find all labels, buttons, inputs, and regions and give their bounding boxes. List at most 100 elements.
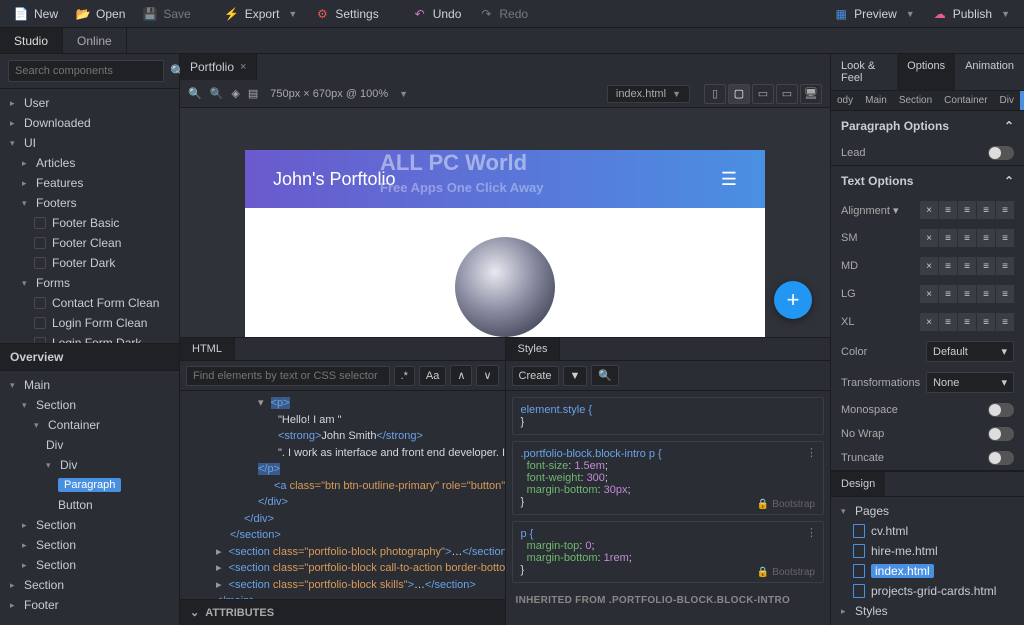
design-javascript[interactable]: ▸JavaScript	[831, 621, 1024, 625]
trans-select[interactable]: None▾	[926, 372, 1014, 393]
xl-none[interactable]: ×	[920, 313, 938, 331]
zoom-in-icon[interactable]: 🔍	[188, 87, 202, 100]
search-input[interactable]	[8, 60, 164, 82]
export-button[interactable]: ⚡Export▼	[217, 3, 306, 25]
ov-paragraph[interactable]: Paragraph	[0, 475, 179, 495]
html-code[interactable]: ▾ <p> "Hello! I am " <strong>John Smith<…	[180, 391, 505, 599]
layers-icon[interactable]: ▤	[248, 87, 258, 100]
css-block-intro[interactable]: ⋮ .portfolio-block.block-intro p { font-…	[512, 441, 825, 515]
sm-right[interactable]: ≡	[977, 229, 995, 247]
ov-section-5[interactable]: ▸Section	[0, 575, 179, 595]
design-stage[interactable]: ALL PC World Free Apps One Click Away Jo…	[180, 108, 830, 337]
truncate-toggle[interactable]	[988, 451, 1014, 465]
md-center[interactable]: ≡	[958, 257, 976, 275]
design-index[interactable]: index.html	[831, 561, 1024, 581]
lg-none[interactable]: ×	[920, 285, 938, 303]
tab-animation[interactable]: Animation	[955, 54, 1024, 90]
md-left[interactable]: ≡	[939, 257, 957, 275]
md-none[interactable]: ×	[920, 257, 938, 275]
find-input[interactable]	[186, 366, 390, 386]
sm-justify[interactable]: ≡	[996, 229, 1014, 247]
fab-add[interactable]: +	[774, 281, 812, 319]
tab-options[interactable]: Options	[897, 54, 955, 90]
tree-user[interactable]: ▸User	[0, 93, 179, 113]
preview-button[interactable]: ▦Preview▼	[826, 3, 923, 25]
align-center[interactable]: ≡	[958, 201, 976, 219]
sm-center[interactable]: ≡	[958, 229, 976, 247]
device-tablet-l[interactable]: ▭	[752, 84, 774, 104]
ov-button[interactable]: Button	[0, 495, 179, 515]
design-cv[interactable]: cv.html	[831, 521, 1024, 541]
tree-login-dark[interactable]: Login Form Dark	[0, 333, 179, 343]
tab-look-feel[interactable]: Look & Feel	[831, 54, 897, 90]
tree-forms[interactable]: ▾Forms	[0, 273, 179, 293]
css-block-element[interactable]: element.style { }	[512, 397, 825, 435]
lg-right[interactable]: ≡	[977, 285, 995, 303]
overview-header[interactable]: Overview	[0, 343, 179, 371]
xl-center[interactable]: ≡	[958, 313, 976, 331]
tab-studio[interactable]: Studio	[0, 28, 63, 53]
ov-section-3[interactable]: ▸Section	[0, 535, 179, 555]
tree-footer-basic[interactable]: Footer Basic	[0, 213, 179, 233]
more-icon[interactable]: ⋮	[806, 446, 817, 459]
file-tab-portfolio[interactable]: Portfolio×	[180, 54, 257, 80]
design-pages[interactable]: ▾Pages	[831, 501, 1024, 521]
css-block-p[interactable]: ⋮ p { margin-top: 0; margin-bottom: 1rem…	[512, 521, 825, 583]
more-icon[interactable]: ⋮	[806, 526, 817, 539]
align-right[interactable]: ≡	[977, 201, 995, 219]
align-justify[interactable]: ≡	[996, 201, 1014, 219]
tab-design[interactable]: Design	[831, 472, 885, 496]
tab-online[interactable]: Online	[63, 28, 127, 53]
crumb-section[interactable]: Section	[893, 91, 938, 110]
prev-button[interactable]: ∧	[450, 365, 472, 386]
avatar-image[interactable]	[455, 237, 555, 337]
ov-section[interactable]: ▾Section	[0, 395, 179, 415]
nowrap-toggle[interactable]	[988, 427, 1014, 441]
color-select[interactable]: Default▾	[926, 341, 1014, 362]
xl-justify[interactable]: ≡	[996, 313, 1014, 331]
monospace-toggle[interactable]	[988, 403, 1014, 417]
lg-center[interactable]: ≡	[958, 285, 976, 303]
tree-ui[interactable]: ▾UI	[0, 133, 179, 153]
tree-features[interactable]: ▸Features	[0, 173, 179, 193]
ov-container[interactable]: ▾Container	[0, 415, 179, 435]
align-none[interactable]: ×	[920, 201, 938, 219]
crumb-body[interactable]: ody	[831, 91, 859, 110]
tree-downloaded[interactable]: ▸Downloaded	[0, 113, 179, 133]
lead-toggle[interactable]	[988, 146, 1014, 160]
align-left[interactable]: ≡	[939, 201, 957, 219]
sm-left[interactable]: ≡	[939, 229, 957, 247]
tree-contact-form[interactable]: Contact Form Clean	[0, 293, 179, 313]
design-styles[interactable]: ▸Styles	[831, 601, 1024, 621]
sm-none[interactable]: ×	[920, 229, 938, 247]
regex-button[interactable]: .*	[394, 366, 415, 386]
redo-button[interactable]: ↷Redo	[471, 3, 536, 25]
ov-div-2[interactable]: ▾Div	[0, 455, 179, 475]
design-hire-me[interactable]: hire-me.html	[831, 541, 1024, 561]
publish-button[interactable]: ☁Publish▼	[925, 3, 1018, 25]
filename-select[interactable]: index.html ▼	[607, 85, 690, 103]
crumb-container[interactable]: Container	[938, 91, 993, 110]
attributes-bar[interactable]: ⌄ATTRIBUTES	[180, 599, 505, 625]
zoom-out-icon[interactable]: 🔍	[210, 87, 224, 100]
create-button[interactable]: Create	[512, 366, 559, 386]
settings-button[interactable]: ⚙Settings	[307, 3, 386, 25]
tree-login-clean[interactable]: Login Form Clean	[0, 313, 179, 333]
device-phone[interactable]: ▯	[704, 84, 726, 104]
search-styles[interactable]: 🔍	[591, 365, 619, 386]
ov-section-4[interactable]: ▸Section	[0, 555, 179, 575]
ov-main[interactable]: ▾Main	[0, 375, 179, 395]
case-button[interactable]: Aa	[419, 366, 446, 386]
md-justify[interactable]: ≡	[996, 257, 1014, 275]
save-button[interactable]: 💾Save	[135, 3, 198, 25]
undo-button[interactable]: ↶Undo	[405, 3, 470, 25]
tab-html[interactable]: HTML	[180, 338, 235, 360]
canvas-body[interactable]	[245, 208, 765, 337]
design-projects[interactable]: projects-grid-cards.html	[831, 581, 1024, 601]
crumb-paragraph[interactable]: Paragraph	[1020, 91, 1024, 110]
crumb-main[interactable]: Main	[859, 91, 893, 110]
close-icon[interactable]: ×	[240, 61, 246, 73]
tree-footers[interactable]: ▾Footers	[0, 193, 179, 213]
ov-footer[interactable]: ▸Footer	[0, 595, 179, 615]
ov-section-2[interactable]: ▸Section	[0, 515, 179, 535]
